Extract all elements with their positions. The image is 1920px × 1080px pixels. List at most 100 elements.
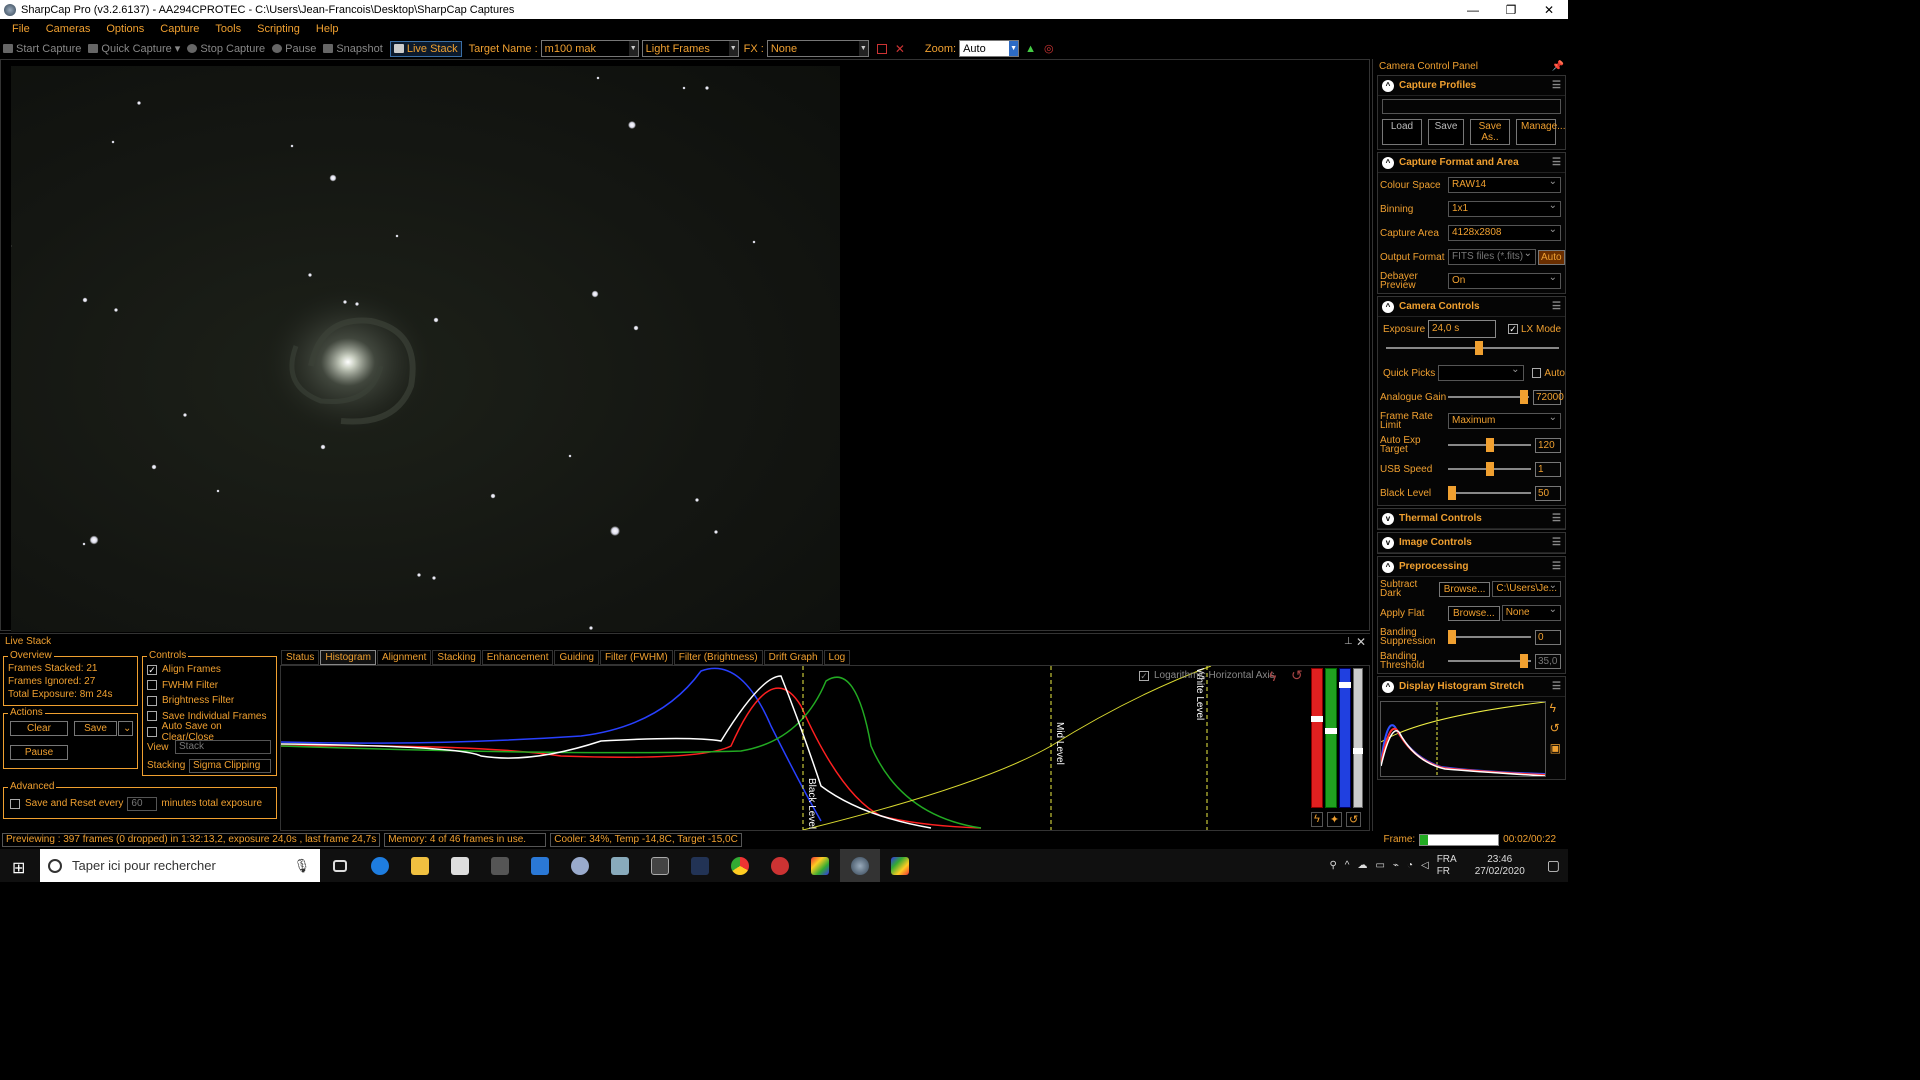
quick-picks-select[interactable] xyxy=(1437,364,1524,381)
chevron-up-icon[interactable]: ^ xyxy=(1382,680,1394,693)
frame-type-select[interactable]: Light Frames ▼ xyxy=(641,40,739,57)
menu-help[interactable]: Help xyxy=(316,23,339,35)
dark-path-select[interactable]: C:\Users\Je... xyxy=(1492,580,1561,597)
gain-value[interactable]: 72000 xyxy=(1533,389,1564,405)
chevron-up-icon[interactable]: ^ xyxy=(1382,156,1394,169)
task-view-icon[interactable] xyxy=(320,849,360,882)
snapshot-button[interactable]: Snapshot xyxy=(323,43,383,55)
histogram-icon[interactable]: ▲ xyxy=(1025,43,1036,55)
banding-suppression-thumb[interactable] xyxy=(1448,630,1456,644)
binning-select[interactable]: 1x1 xyxy=(1448,200,1561,217)
lx-mode-checkbox[interactable]: ✓ xyxy=(1508,324,1518,334)
notifications-icon[interactable]: ▢ xyxy=(1547,857,1560,874)
tab-filter-brightness[interactable]: Filter (Brightness) xyxy=(673,650,763,665)
close-icon[interactable]: ✕ xyxy=(1356,635,1366,649)
reticle-icon[interactable]: ◎ xyxy=(1044,42,1054,55)
menu-icon[interactable]: ☰ xyxy=(1552,513,1561,524)
menu-scripting[interactable]: Scripting xyxy=(257,23,300,35)
auto-stretch-icon[interactable]: ϟ xyxy=(1311,812,1323,827)
load-profile-button[interactable]: Load xyxy=(1382,119,1422,145)
green-slider-thumb[interactable] xyxy=(1325,728,1337,734)
app-icon-6[interactable] xyxy=(880,849,920,882)
chevron-up-icon[interactable]: ^ xyxy=(1382,300,1394,313)
banding-threshold-value[interactable]: 35,0 xyxy=(1535,653,1561,669)
zoom-select[interactable]: Auto ▼ xyxy=(959,40,1020,57)
auto-format-button[interactable]: Auto xyxy=(1538,249,1565,265)
reset-icon[interactable]: ↺ xyxy=(1291,667,1303,684)
windows-start-icon[interactable]: ⊞ xyxy=(12,858,25,878)
sharpcap-taskbar-icon[interactable] xyxy=(840,849,880,882)
channel-sliders[interactable] xyxy=(1311,668,1363,808)
black-level-slider-thumb[interactable] xyxy=(1448,486,1456,500)
fwhm-filter-checkbox[interactable]: FWHM Filter xyxy=(147,678,272,694)
capture-profiles-header[interactable]: ^ Capture Profiles ☰ xyxy=(1378,76,1565,96)
chevron-down-icon[interactable]: ▼ xyxy=(1009,41,1019,56)
language-indicator[interactable]: FRA FR xyxy=(1437,854,1457,878)
wifi-icon[interactable]: ◔ xyxy=(1407,860,1413,871)
auto-exp-slider[interactable] xyxy=(1448,438,1531,452)
minutes-input[interactable]: 60 xyxy=(127,796,158,811)
browse-flat-button[interactable]: Browse... xyxy=(1448,605,1500,621)
stacking-select[interactable]: Sigma Clipping xyxy=(189,758,271,773)
menu-icon[interactable]: ☰ xyxy=(1552,301,1561,312)
auto-save-checkbox[interactable]: Auto Save on Clear/Close xyxy=(147,721,272,743)
auto-exp-slider-thumb[interactable] xyxy=(1486,438,1494,452)
image-viewport[interactable] xyxy=(0,59,1370,632)
exposure-slider[interactable] xyxy=(1386,341,1559,355)
menu-icon[interactable]: ☰ xyxy=(1552,537,1561,548)
app-icon-1[interactable] xyxy=(560,849,600,882)
profile-select[interactable] xyxy=(1382,99,1561,114)
calculator-icon[interactable] xyxy=(640,849,680,882)
mail-icon[interactable] xyxy=(520,849,560,882)
microphone-icon[interactable]: 🎙 xyxy=(293,858,310,874)
reset-icon[interactable]: ↺ xyxy=(1346,812,1362,827)
usb-speed-value[interactable]: 1 xyxy=(1535,461,1561,477)
clock[interactable]: 23:46 27/02/2020 xyxy=(1475,854,1525,878)
tab-status[interactable]: Status xyxy=(281,650,320,665)
colour-space-select[interactable]: RAW14 xyxy=(1448,176,1561,193)
menu-options[interactable]: Options xyxy=(106,23,144,35)
menu-icon[interactable]: ☰ xyxy=(1552,157,1561,168)
app-icon-4[interactable] xyxy=(760,849,800,882)
battery-icon[interactable]: ▭ xyxy=(1375,860,1384,871)
auto-exposure-checkbox[interactable] xyxy=(1531,368,1542,378)
blue-slider-thumb[interactable] xyxy=(1339,682,1351,688)
stop-capture-button[interactable]: Stop Capture xyxy=(187,43,265,55)
camera-controls-header[interactable]: ^ Camera Controls ☰ xyxy=(1378,297,1565,317)
chevron-down-icon[interactable]: ▼ xyxy=(628,41,638,56)
star-icon[interactable]: ✦ xyxy=(1326,812,1343,827)
save-icon[interactable]: ▣ xyxy=(1550,741,1561,755)
black-level-slider[interactable] xyxy=(1448,486,1531,500)
log-axis-checkbox[interactable]: ✓ xyxy=(1139,670,1149,681)
menu-cameras[interactable]: Cameras xyxy=(46,23,91,35)
usb-speed-slider[interactable] xyxy=(1448,462,1531,476)
banding-threshold-thumb[interactable] xyxy=(1520,654,1528,668)
pin-icon[interactable]: 📌 xyxy=(1552,61,1564,72)
capture-format-header[interactable]: ^ Capture Format and Area ☰ xyxy=(1378,153,1565,173)
restore-icon[interactable]: ❐ xyxy=(1492,3,1530,17)
save-as-profile-button[interactable]: Save As.. xyxy=(1470,119,1510,145)
tab-stacking[interactable]: Stacking xyxy=(432,650,481,665)
app-icon-5[interactable] xyxy=(800,849,840,882)
clear-button[interactable]: Clear xyxy=(10,721,68,736)
lightning-icon[interactable]: ϟ xyxy=(1269,668,1276,684)
manage-profiles-button[interactable]: Manage... xyxy=(1516,119,1565,145)
store-icon[interactable] xyxy=(440,849,480,882)
mini-histogram[interactable] xyxy=(1380,701,1546,777)
power-icon[interactable]: ⌁ xyxy=(1393,860,1399,871)
menu-icon[interactable]: ☰ xyxy=(1552,681,1561,692)
tab-alignment[interactable]: Alignment xyxy=(376,650,432,665)
usb-speed-slider-thumb[interactable] xyxy=(1486,462,1494,476)
start-capture-button[interactable]: Start Capture xyxy=(3,43,81,55)
people-icon[interactable]: ⚲ xyxy=(1329,860,1336,871)
stack-histogram[interactable]: Black Level Mid Level White Level ✓ Logar… xyxy=(280,665,1370,831)
reset-icon[interactable]: ↺ xyxy=(1550,721,1561,735)
fx-select[interactable]: None ▼ xyxy=(766,40,869,57)
banding-threshold-slider[interactable] xyxy=(1448,654,1531,668)
crosshair-icon[interactable]: ✕ xyxy=(895,42,905,56)
chevron-up-icon[interactable]: ^ xyxy=(1345,860,1350,871)
exposure-slider-thumb[interactable] xyxy=(1475,341,1483,355)
quick-capture-button[interactable]: Quick Capture ▾ xyxy=(88,42,180,55)
pause-stack-button[interactable]: Pause xyxy=(10,745,68,760)
save-profile-button[interactable]: Save xyxy=(1428,119,1464,145)
